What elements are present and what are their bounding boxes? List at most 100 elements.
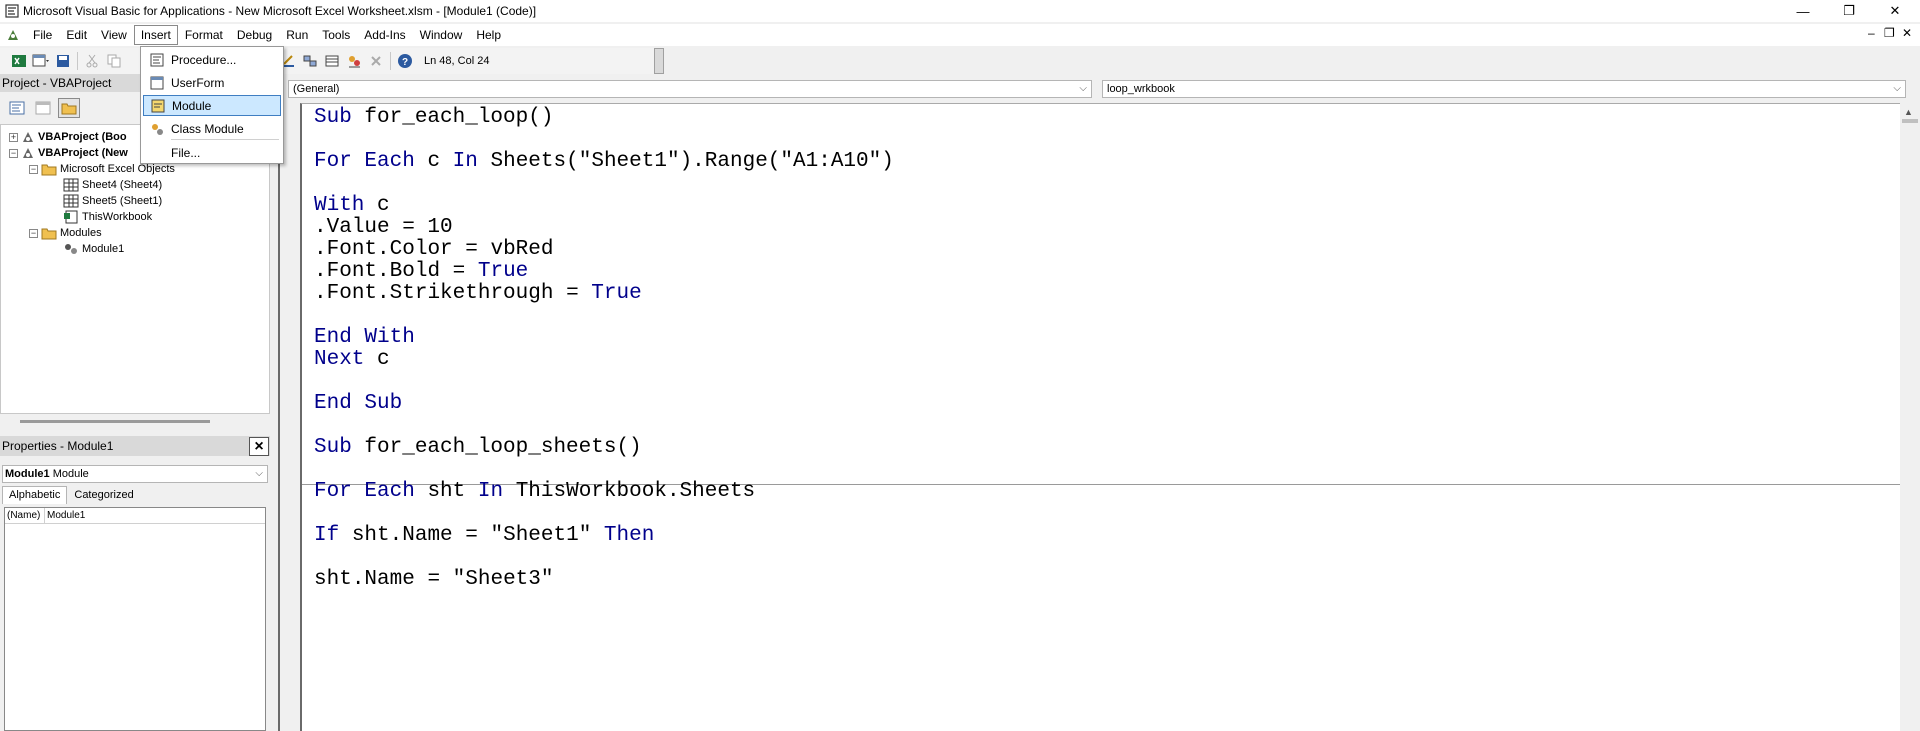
help-icon[interactable]: ? (394, 50, 416, 72)
code-line[interactable]: .Font.Strikethrough = True (314, 282, 642, 305)
properties-object-select[interactable]: Module1 Module ⌵ (2, 465, 268, 483)
menu-format[interactable]: Format (178, 25, 230, 45)
code-line[interactable]: End With (314, 326, 415, 349)
procedure-combo-value: loop_wrkbook (1107, 83, 1175, 95)
toolbar-separator (390, 52, 391, 70)
tree-sheet4[interactable]: Sheet4 (Sheet4) (63, 177, 162, 193)
tree-label: ThisWorkbook (82, 211, 153, 223)
menu-help[interactable]: Help (469, 25, 508, 45)
chevron-down-icon[interactable]: ⌵ (255, 466, 263, 482)
toolbar-options-grip[interactable] (654, 48, 664, 74)
code-line[interactable]: Sub for_each_loop_sheets() (314, 436, 642, 459)
property-value[interactable]: Module1 (45, 508, 85, 523)
scroll-up-icon[interactable]: ▲ (1904, 107, 1913, 117)
code-keyword: True (477, 260, 529, 283)
object-combo-value: (General) (293, 83, 340, 95)
code-keyword: Sub (364, 392, 403, 415)
toggle-folders-icon[interactable] (58, 98, 80, 118)
tree-label: Sheet4 (Sheet4) (82, 179, 163, 191)
project-explorer-icon[interactable] (299, 50, 321, 72)
collapse-icon[interactable]: − (29, 228, 38, 238)
minimize-button[interactable]: — (1780, 0, 1826, 22)
toolbox-icon[interactable] (365, 50, 387, 72)
insert-userform-icon[interactable] (30, 50, 52, 72)
cut-icon[interactable] (81, 50, 103, 72)
menu-tools[interactable]: Tools (315, 25, 357, 45)
tree-modules-folder[interactable]: − Modules (29, 225, 102, 241)
menu-run[interactable]: Run (279, 25, 315, 45)
menu-debug[interactable]: Debug (230, 25, 279, 45)
save-icon[interactable] (52, 50, 74, 72)
tree-module1[interactable]: Module1 (63, 241, 124, 257)
tab-categorized[interactable]: Categorized (67, 486, 140, 504)
mdi-close-icon[interactable]: ✕ (1902, 26, 1912, 40)
tree-vbaproject-book[interactable]: + VBAProject (Boo (9, 129, 127, 145)
tree-label: Module1 (82, 243, 125, 255)
view-code-icon[interactable] (6, 98, 28, 118)
menu-item-label: Class Module (171, 121, 244, 136)
maximize-button[interactable]: ❐ (1826, 0, 1872, 22)
standard-toolbar: ? Ln 48, Col 24 (0, 48, 662, 74)
project-tree-scrollbar[interactable] (20, 420, 210, 423)
code-line[interactable]: Sub for_each_loop() (314, 106, 553, 129)
menu-insert[interactable]: Insert (133, 25, 178, 45)
menu-view[interactable]: View (94, 25, 134, 45)
code-vertical-scrollbar[interactable]: ▲ (1900, 103, 1920, 731)
collapse-icon[interactable]: − (29, 164, 38, 174)
code-keyword: Each (364, 480, 415, 503)
menu-item-label: Procedure... (171, 52, 237, 67)
menu-item-userform[interactable]: UserForm (143, 72, 281, 93)
tree-vbaproject-new[interactable]: − VBAProject (New (9, 145, 128, 161)
close-properties-button[interactable]: × (249, 437, 269, 456)
vbaproject-icon (23, 148, 33, 158)
menu-window[interactable]: Window (413, 25, 470, 45)
scroll-thumb[interactable] (1902, 119, 1918, 123)
code-line[interactable]: Next c (314, 348, 390, 371)
code-line[interactable]: If sht.Name = "Sheet1" Then (314, 524, 654, 547)
tab-alphabetic[interactable]: Alphabetic (2, 486, 68, 504)
menu-item-label: File... (171, 145, 201, 160)
properties-pane-title: Properties - Module1 (0, 436, 270, 456)
code-line[interactable]: .Font.Color = vbRed (314, 238, 553, 261)
expand-icon[interactable]: + (9, 132, 18, 142)
menu-item-class-module[interactable]: Class Module (143, 118, 281, 139)
object-browser-icon[interactable] (343, 50, 365, 72)
tree-thisworkbook[interactable]: ThisWorkbook (63, 209, 152, 225)
menu-separator (171, 139, 279, 140)
mdi-minimize-icon[interactable]: – (1868, 26, 1875, 40)
vba-menu-icon[interactable] (0, 24, 26, 46)
chevron-down-icon[interactable]: ⌵ (1079, 81, 1087, 97)
view-object-icon[interactable] (32, 98, 54, 118)
code-line[interactable]: For Each sht In ThisWorkbook.Sheets (314, 480, 755, 503)
menu-item-file[interactable]: File... (143, 142, 281, 163)
code-line[interactable]: For Each c In Sheets("Sheet1").Range("A1… (314, 150, 894, 173)
code-editor[interactable]: Sub for_each_loop() For Each c In Sheets(… (300, 103, 1900, 731)
property-key: (Name) (5, 508, 45, 523)
tree-label: Sheet5 (Sheet1) (82, 195, 163, 207)
menu-bar: File Edit View Insert Format Debug Run T… (0, 24, 1920, 46)
code-line[interactable]: With c (314, 194, 390, 217)
menu-file[interactable]: File (26, 25, 59, 45)
property-row[interactable]: (Name) Module1 (5, 508, 265, 524)
close-button[interactable]: ✕ (1872, 0, 1918, 22)
menu-edit[interactable]: Edit (59, 25, 94, 45)
pane-splitter[interactable] (270, 74, 280, 731)
code-line[interactable]: End Sub (314, 392, 402, 415)
copy-icon[interactable] (103, 50, 125, 72)
chevron-down-icon[interactable]: ⌵ (1893, 81, 1901, 97)
tree-sheet5[interactable]: Sheet5 (Sheet1) (63, 193, 162, 209)
object-combo[interactable]: (General) ⌵ (288, 80, 1092, 98)
properties-window-icon[interactable] (321, 50, 343, 72)
view-excel-icon[interactable] (8, 50, 30, 72)
code-line[interactable]: .Value = 10 (314, 216, 453, 239)
collapse-icon[interactable]: − (9, 148, 18, 158)
object-name: Module1 (5, 468, 50, 480)
project-tree: + VBAProject (Boo − VBAProject (New − Mi… (0, 124, 270, 414)
code-line[interactable]: .Font.Bold = True (314, 260, 528, 283)
menu-add-ins[interactable]: Add-Ins (357, 25, 412, 45)
menu-item-module[interactable]: Module (143, 95, 281, 116)
code-line[interactable]: sht.Name = "Sheet3" (314, 568, 553, 591)
procedure-combo[interactable]: loop_wrkbook ⌵ (1102, 80, 1906, 98)
mdi-restore-icon[interactable]: ❐ (1884, 26, 1895, 40)
menu-item-procedure[interactable]: Procedure... (143, 49, 281, 70)
